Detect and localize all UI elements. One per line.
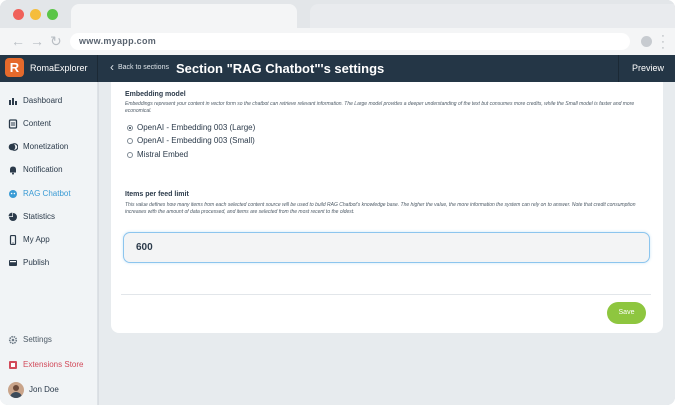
minimize-window-button[interactable] bbox=[30, 9, 41, 20]
address-bar: ← → ↻ www.myapp.com · · · bbox=[0, 28, 675, 55]
page-title: Section "RAG Chatbot"'s settings bbox=[176, 61, 385, 76]
browser-tab-bar bbox=[0, 0, 675, 28]
items-per-feed-input[interactable]: 600 bbox=[123, 232, 650, 263]
sidebar-item-content[interactable]: Content bbox=[8, 117, 96, 131]
items-per-feed-description: This value defines how many items from e… bbox=[125, 202, 636, 215]
radio-embedding-large[interactable]: OpenAI - Embedding 003 (Large) bbox=[125, 122, 325, 134]
header-divider bbox=[97, 55, 98, 82]
sidebar-item-notification[interactable]: Notification bbox=[8, 163, 96, 177]
sidebar: Dashboard Content Monetization Notificat… bbox=[0, 82, 98, 405]
chevron-left-icon: ‹ bbox=[110, 60, 114, 74]
browser-tab[interactable] bbox=[71, 4, 297, 28]
radio-label: Mistral Embed bbox=[137, 150, 189, 159]
sidebar-item-settings[interactable]: Settings bbox=[8, 333, 96, 347]
sidebar-item-label: Notification bbox=[23, 165, 63, 174]
main-content: Embedding model Embeddings represent you… bbox=[99, 82, 675, 405]
back-label: Back to sections bbox=[118, 64, 169, 71]
sidebar-item-dashboard[interactable]: Dashboard bbox=[8, 94, 96, 108]
pie-chart-icon bbox=[8, 212, 17, 221]
coins-icon bbox=[8, 143, 18, 151]
radio-mistral-embed[interactable]: Mistral Embed bbox=[125, 149, 325, 161]
publish-icon bbox=[9, 260, 17, 266]
robot-icon bbox=[9, 190, 17, 198]
sidebar-item-label: Dashboard bbox=[23, 96, 63, 105]
items-per-feed-label: Items per feed limit bbox=[125, 191, 189, 198]
sidebar-item-publish[interactable]: Publish bbox=[8, 256, 96, 270]
forward-arrow-icon[interactable]: → bbox=[30, 33, 44, 49]
sidebar-item-label: Publish bbox=[23, 258, 50, 267]
sidebar-item-label: Extensions Store bbox=[23, 360, 84, 369]
maximize-window-button[interactable] bbox=[47, 9, 58, 20]
embedding-model-description: Embeddings represent your content in vec… bbox=[125, 101, 635, 114]
sidebar-item-label: My App bbox=[23, 235, 50, 244]
user-name: Jon Doe bbox=[29, 385, 59, 394]
back-to-sections-link[interactable]: ‹ Back to sections bbox=[110, 61, 169, 75]
gear-icon bbox=[8, 335, 18, 345]
url-input[interactable]: www.myapp.com bbox=[70, 33, 630, 50]
sidebar-item-extensions-store[interactable]: Extensions Store bbox=[8, 358, 96, 372]
divider bbox=[121, 294, 651, 295]
reload-icon[interactable]: ↻ bbox=[50, 33, 62, 49]
bell-icon bbox=[10, 166, 16, 175]
close-window-button[interactable] bbox=[13, 9, 24, 20]
sidebar-item-my-app[interactable]: My App bbox=[8, 233, 96, 247]
sidebar-item-label: Monetization bbox=[23, 142, 69, 151]
sidebar-item-monetization[interactable]: Monetization bbox=[8, 140, 96, 154]
radio-button-selected[interactable] bbox=[127, 125, 133, 131]
sidebar-item-label: Settings bbox=[23, 335, 52, 344]
embedding-model-label: Embedding model bbox=[125, 91, 186, 98]
document-icon bbox=[8, 119, 18, 129]
radio-button[interactable] bbox=[127, 138, 133, 144]
back-arrow-icon[interactable]: ← bbox=[11, 33, 25, 49]
store-icon bbox=[9, 361, 17, 369]
profile-icon[interactable] bbox=[641, 36, 652, 47]
sidebar-item-label: Statistics bbox=[23, 212, 56, 221]
bar-chart-icon bbox=[9, 98, 17, 105]
settings-card: Embedding model Embeddings represent you… bbox=[111, 82, 663, 333]
preview-button[interactable]: Preview bbox=[632, 62, 664, 74]
radio-embedding-small[interactable]: OpenAI - Embedding 003 (Small) bbox=[125, 135, 325, 147]
sidebar-item-label: RAG Chatbot bbox=[23, 189, 71, 198]
app-name: RomaExplorer bbox=[30, 63, 88, 73]
avatar[interactable] bbox=[8, 382, 24, 398]
app-logo: R bbox=[5, 58, 24, 77]
browser-window: ← → ↻ www.myapp.com · · · R RomaExplorer ‹… bbox=[0, 0, 675, 405]
sidebar-item-rag-chatbot[interactable]: RAG Chatbot bbox=[8, 187, 96, 201]
header-divider bbox=[618, 55, 619, 82]
browser-menu-icon[interactable]: · · · bbox=[660, 31, 666, 54]
app-header: R RomaExplorer ‹ Back to sections Section… bbox=[0, 55, 675, 82]
sidebar-item-statistics[interactable]: Statistics bbox=[8, 210, 96, 224]
sidebar-item-label: Content bbox=[23, 119, 52, 128]
radio-label: OpenAI - Embedding 003 (Large) bbox=[137, 123, 256, 132]
phone-icon bbox=[9, 235, 17, 245]
radio-button[interactable] bbox=[127, 152, 133, 158]
browser-tab-strip bbox=[310, 4, 675, 28]
radio-label: OpenAI - Embedding 003 (Small) bbox=[137, 136, 255, 145]
save-button[interactable]: Save bbox=[607, 302, 646, 324]
